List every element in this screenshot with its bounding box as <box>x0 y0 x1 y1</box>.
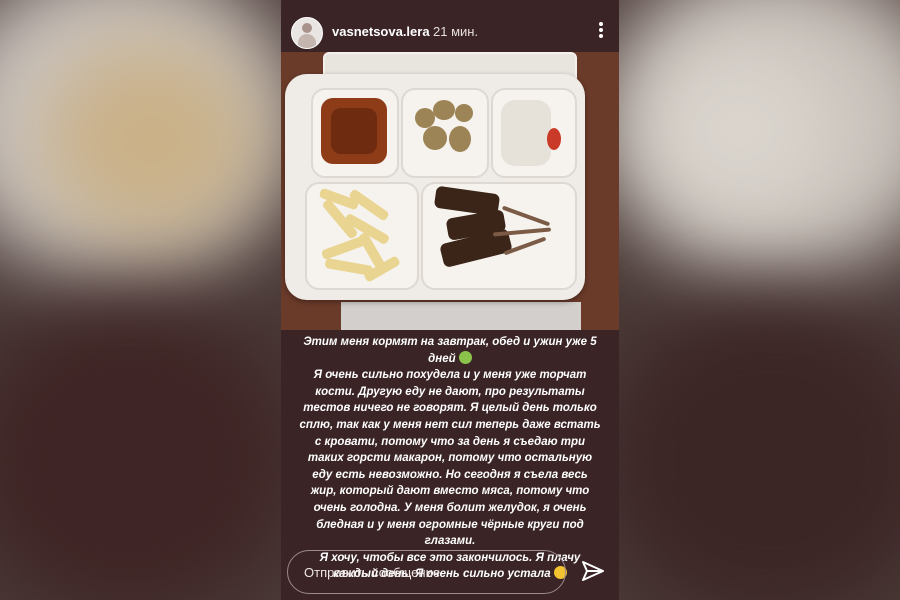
story-header: vasnetsova.lera 21 мин. <box>281 0 619 62</box>
pasta-compartment <box>305 182 419 290</box>
send-message-input[interactable] <box>288 551 565 593</box>
food-container <box>285 74 585 300</box>
story-photo <box>281 52 619 330</box>
sauce-compartment <box>311 88 399 178</box>
username[interactable]: vasnetsova.lera <box>332 24 430 39</box>
more-vertical-icon[interactable] <box>595 20 607 42</box>
caption-line-2: Я очень сильно похудела и у меня уже тор… <box>299 369 601 548</box>
chicken-compartment <box>491 88 577 178</box>
potato-compartment <box>401 88 489 178</box>
reply-bar <box>287 550 566 594</box>
avatar[interactable] <box>291 17 323 49</box>
meat-compartment <box>421 182 577 290</box>
caption-line-1: Этим меня кормят на завтрак, обед и ужин… <box>303 336 597 365</box>
story-caption: Этим меня кормят на завтрак, обед и ужин… <box>281 334 619 583</box>
nauseated-face-icon <box>458 350 472 364</box>
paper-plane-icon[interactable] <box>581 560 607 584</box>
story-frame[interactable]: vasnetsova.lera 21 мин. Этим меня кормят… <box>281 0 619 600</box>
post-time: 21 мин. <box>433 24 479 39</box>
